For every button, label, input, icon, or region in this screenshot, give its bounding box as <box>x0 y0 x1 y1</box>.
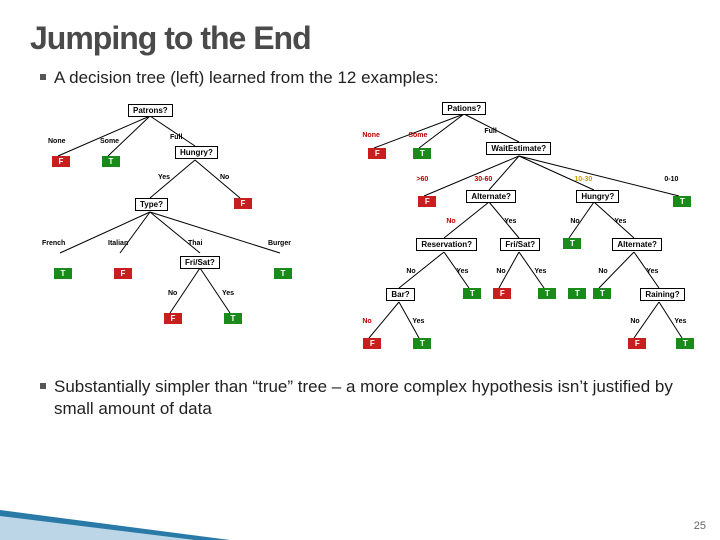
leaf-t-hungry-no: T <box>563 238 581 249</box>
leaf-f-hungry-no: F <box>234 198 252 209</box>
tree-lines-right <box>334 98 694 368</box>
node-patrons: Patrons? <box>128 104 173 117</box>
edge-frisat-yes: Yes <box>222 290 234 297</box>
edge-r-none: None <box>362 132 380 139</box>
node-alt2: Alternate? <box>612 238 662 251</box>
edge-bar-yes: Yes <box>412 318 424 325</box>
edge-r-full: Full <box>484 128 496 135</box>
edge-burger: Burger <box>268 240 291 247</box>
edge-rain-no: No <box>630 318 639 325</box>
edge-alt2-yes: Yes <box>646 268 658 275</box>
edge-some: Some <box>100 138 119 145</box>
edge-alt1-yes: Yes <box>504 218 516 225</box>
edge-frisat-r-no: No <box>496 268 505 275</box>
leaf-t-burger: T <box>274 268 292 279</box>
leaf-t-rain-yes: T <box>676 338 694 349</box>
decision-tree-right: Pations? None Some Full F T WaitEstimate… <box>334 98 690 368</box>
node-rain: Raining? <box>640 288 684 301</box>
node-hungry: Hungry? <box>175 146 218 159</box>
node-hungry-r: Hungry? <box>576 190 619 203</box>
bullet-1: A decision tree (left) learned from the … <box>40 67 690 88</box>
edge-frisat-r-yes: Yes <box>534 268 546 275</box>
decision-tree-left: Patrons? None Some Full F T Hungry? Yes … <box>30 98 326 368</box>
diagrams-row: Patrons? None Some Full F T Hungry? Yes … <box>30 98 690 368</box>
node-frisat-r: Fri/Sat? <box>500 238 540 251</box>
leaf-f-none: F <box>52 156 70 167</box>
node-type: Type? <box>135 198 168 211</box>
leaf-t-010: T <box>673 196 691 207</box>
slide-title: Jumping to the End <box>30 20 690 57</box>
leaf-t-bar-yes: T <box>413 338 431 349</box>
edge-thai: Thai <box>188 240 202 247</box>
edge-hungry-r-yes: Yes <box>614 218 626 225</box>
bullet-2: Substantially simpler than “true” tree –… <box>40 376 690 419</box>
node-alt1: Alternate? <box>466 190 516 203</box>
leaf-t-res-yes: T <box>463 288 481 299</box>
footer-decoration-light <box>0 516 195 540</box>
leaf-t-alt2-no: T <box>593 288 611 299</box>
node-bar: Bar? <box>386 288 414 301</box>
edge-alt1-no: No <box>446 218 455 225</box>
leaf-t-french: T <box>54 268 72 279</box>
edge-none: None <box>48 138 66 145</box>
leaf-f-frisat-r-no: F <box>493 288 511 299</box>
leaf-f-frisat-no: F <box>164 313 182 324</box>
leaf-t-extra: T <box>568 288 586 299</box>
leaf-t-frisat-yes: T <box>224 313 242 324</box>
edge-r-some: Some <box>408 132 427 139</box>
leaf-f-r-none: F <box>368 148 386 159</box>
edge-res-no: No <box>406 268 415 275</box>
edge-bar-no: No <box>362 318 371 325</box>
page-number: 25 <box>694 520 706 532</box>
leaf-f-italian: F <box>114 268 132 279</box>
edge-alt2-no: No <box>598 268 607 275</box>
leaf-f-gt60: F <box>418 196 436 207</box>
edge-frisat-no: No <box>168 290 177 297</box>
edge-1030: 10-30 <box>574 176 592 183</box>
edge-hungry-yes: Yes <box>158 174 170 181</box>
edge-gt60: >60 <box>416 176 428 183</box>
edge-hungry-no: No <box>220 174 229 181</box>
edge-italian: Italian <box>108 240 128 247</box>
edge-3060: 30-60 <box>474 176 492 183</box>
leaf-t-r-some: T <box>413 148 431 159</box>
edge-010: 0-10 <box>664 176 678 183</box>
node-res: Reservation? <box>416 238 477 251</box>
leaf-f-rain-no: F <box>628 338 646 349</box>
node-frisat: Fri/Sat? <box>180 256 220 269</box>
leaf-t-some: T <box>102 156 120 167</box>
edge-res-yes: Yes <box>456 268 468 275</box>
node-pations: Pations? <box>442 102 486 115</box>
edge-rain-yes: Yes <box>674 318 686 325</box>
leaf-f-bar-no: F <box>363 338 381 349</box>
edge-hungry-r-no: No <box>570 218 579 225</box>
edge-full: Full <box>170 134 182 141</box>
node-wait: WaitEstimate? <box>486 142 551 155</box>
leaf-t-frisat-r-yes: T <box>538 288 556 299</box>
edge-french: French <box>42 240 65 247</box>
